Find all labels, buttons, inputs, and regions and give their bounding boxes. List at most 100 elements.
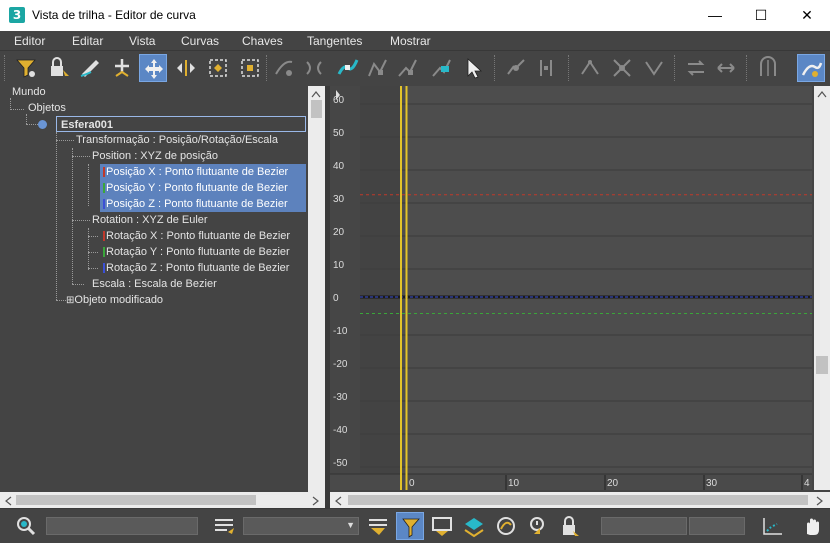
scroll-up-icon[interactable]	[311, 89, 321, 98]
tree-node-position-x[interactable]: Posição X : Ponto flutuante de Bezier	[100, 164, 306, 180]
tree-node-rotation-y[interactable]: Rotação Y : Ponto flutuante de Bezier	[100, 244, 290, 260]
tree-node-label: Posição Z : Ponto flutuante de Bezier	[106, 198, 288, 210]
x-tick-label: 20	[607, 478, 619, 489]
graph-horizontal-scrollbar[interactable]	[330, 492, 830, 508]
tree-connector	[26, 114, 27, 124]
tree-connector	[88, 236, 98, 237]
toolbar-separator	[568, 55, 572, 81]
lock-selection-icon[interactable]	[44, 54, 72, 82]
controller-tree: Mundo Objetos Esfera001 Transformação : …	[2, 86, 308, 492]
pan-hand-icon[interactable]	[798, 512, 826, 540]
show-selected-keys-icon[interactable]	[396, 512, 424, 540]
draw-curves-icon[interactable]	[76, 54, 104, 82]
window-title: Vista de trilha - Editor de curva	[32, 8, 196, 22]
close-button[interactable]: ✕	[784, 0, 830, 31]
tree-node-world[interactable]: Mundo	[12, 86, 46, 100]
parameter-out-of-range-icon[interactable]	[682, 54, 710, 82]
list-icon[interactable]	[210, 512, 238, 540]
menu-chaves[interactable]: Chaves	[242, 34, 283, 48]
scroll-thumb[interactable]	[16, 495, 256, 505]
scroll-up-icon[interactable]	[817, 89, 827, 98]
tree-node-objects[interactable]: Objetos	[28, 100, 66, 116]
scale-values-icon[interactable]	[236, 54, 264, 82]
tree-node-rotation-z[interactable]: Rotação Z : Ponto flutuante de Bezier	[100, 260, 289, 276]
tree-node-position-z[interactable]: Posição Z : Ponto flutuante de Bezier	[100, 196, 306, 212]
tree-node-label: Rotação Z : Ponto flutuante de Bezier	[106, 262, 290, 274]
show-tangents-icon[interactable]	[608, 54, 636, 82]
graph-pre-range-area	[360, 86, 400, 490]
scroll-thumb[interactable]	[311, 100, 322, 118]
tree-horizontal-scrollbar[interactable]	[0, 492, 325, 508]
slide-keys-icon[interactable]	[172, 54, 200, 82]
add-keys-icon[interactable]	[108, 54, 136, 82]
y-tick-label: 10	[333, 260, 345, 271]
menu-mostrar[interactable]: Mostrar	[390, 34, 431, 48]
show-tangents-filter-icon[interactable]	[460, 512, 488, 540]
set-tangents-fast-icon[interactable]	[394, 54, 422, 82]
tree-node-rotation[interactable]: Rotation : XYZ de Euler	[92, 212, 208, 228]
menu-curvas[interactable]: Curvas	[181, 34, 219, 48]
curve-editor-toolbar	[0, 51, 830, 85]
filter-icon[interactable]	[12, 54, 40, 82]
ease-curve-icon[interactable]	[270, 54, 298, 82]
scroll-thumb[interactable]	[816, 356, 828, 374]
named-selection-dropdown[interactable]: ▼	[243, 517, 359, 535]
move-keys-icon[interactable]	[139, 54, 167, 82]
multiplier-curve-icon[interactable]	[300, 54, 328, 82]
set-tangents-custom-icon[interactable]	[364, 54, 392, 82]
set-tangents-auto-icon[interactable]	[334, 54, 362, 82]
menu-tangentes[interactable]: Tangentes	[307, 34, 362, 48]
chevron-down-icon: ▼	[346, 520, 355, 530]
tree-node-rotation-x[interactable]: Rotação X : Ponto flutuante de Bezier	[100, 228, 290, 244]
tree-node-transform[interactable]: Transformação : Posição/Rotação/Escala	[76, 132, 278, 148]
app-logo-icon: 3	[9, 7, 25, 23]
menu-editar[interactable]: Editar	[72, 34, 103, 48]
y-tick-label: 20	[333, 227, 345, 238]
unify-tangents-icon[interactable]	[532, 54, 560, 82]
tree-node-object-name[interactable]: Esfera001	[56, 116, 306, 132]
toolbar-grip	[4, 55, 8, 81]
tree-node-position[interactable]: Position : XYZ de posição	[92, 148, 218, 164]
maximize-button[interactable]: ☐	[738, 0, 784, 31]
lock-tangents-icon[interactable]	[576, 54, 604, 82]
x-tick-label: 10	[508, 478, 520, 489]
menu-editor[interactable]: Editor	[14, 34, 45, 48]
snap-frames-icon[interactable]	[640, 54, 668, 82]
swap-icon[interactable]	[712, 54, 740, 82]
toolbar-separator	[674, 55, 678, 81]
tree-node-scale[interactable]: Escala : Escala de Bezier	[92, 276, 217, 292]
minimize-button[interactable]: —	[692, 0, 738, 31]
frame-curve-icon[interactable]	[758, 512, 786, 540]
value-field[interactable]	[689, 517, 745, 535]
scale-keys-icon[interactable]	[204, 54, 232, 82]
tree-connector	[88, 268, 98, 269]
tree-vertical-scrollbar[interactable]	[308, 86, 325, 492]
tree-connector	[26, 124, 38, 125]
lock-keys-icon[interactable]	[524, 512, 552, 540]
scroll-thumb[interactable]	[348, 495, 808, 505]
x-tick-label: 0	[409, 478, 415, 489]
graph-vertical-scrollbar[interactable]	[814, 86, 830, 490]
menu-vista[interactable]: Vista	[129, 34, 155, 48]
y-tick-label: -10	[333, 326, 348, 337]
view-all-icon[interactable]	[556, 512, 584, 540]
frame-field[interactable]	[601, 517, 687, 535]
curve-graph-canvas: 60 50 40 30 20 10 0 -10 -20 -30 -40 -50 0 10 20 30 4	[330, 86, 812, 490]
show-keyable-icon[interactable]	[428, 512, 456, 540]
show-all-tangents-icon[interactable]	[797, 54, 825, 82]
tree-node-position-y[interactable]: Posição Y : Ponto flutuante de Bezier	[100, 180, 306, 196]
zoom-icon[interactable]	[12, 512, 40, 540]
isolate-curve-icon[interactable]	[492, 512, 520, 540]
y-axis-color-swatch	[103, 247, 105, 258]
select-cursor-icon[interactable]	[460, 54, 488, 82]
y-tick-label: 60	[333, 95, 345, 106]
tree-node-modified-object[interactable]: ⊞Objeto modificado	[66, 292, 163, 308]
set-tangents-slow-icon[interactable]	[428, 54, 456, 82]
track-search-field[interactable]	[46, 517, 198, 535]
filter-selected-icon[interactable]	[364, 512, 392, 540]
menu-bar: Editor Editar Vista Curvas Chaves Tangen…	[0, 31, 830, 51]
break-tangents-icon[interactable]	[502, 54, 530, 82]
tree-connector	[56, 140, 74, 141]
track-view-utilities-icon[interactable]	[754, 54, 782, 82]
curve-graph[interactable]: 60 50 40 30 20 10 0 -10 -20 -30 -40 -50 0 10 20 30 4	[330, 86, 812, 490]
